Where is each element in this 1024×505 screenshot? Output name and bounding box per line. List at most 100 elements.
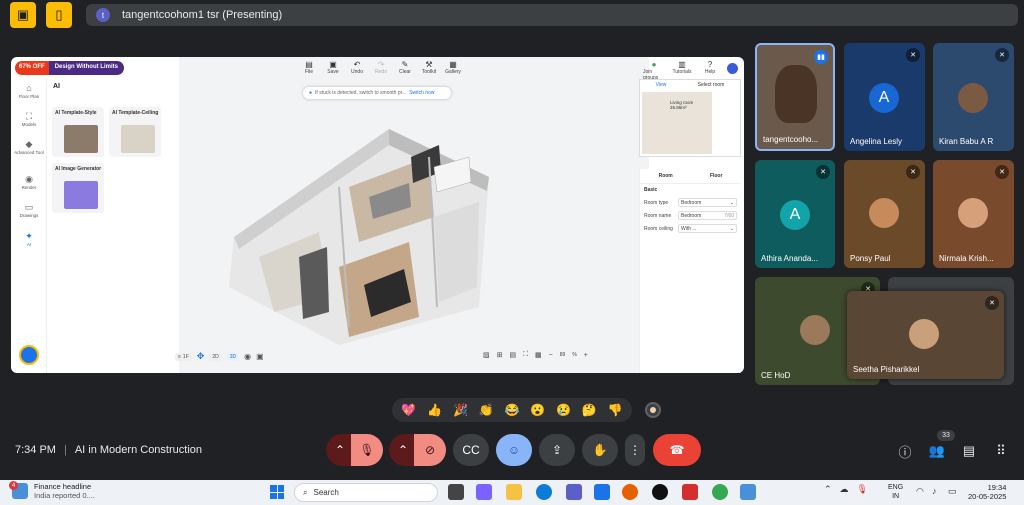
3d-floorplan-canvas[interactable] bbox=[179, 57, 649, 373]
volume-icon[interactable]: ♪ bbox=[932, 486, 937, 496]
cloud-icon[interactable]: ☁ bbox=[840, 484, 849, 495]
rail-render[interactable]: ◉ Render bbox=[13, 174, 45, 190]
assistant-bubble-icon[interactable] bbox=[19, 345, 39, 365]
user-avatar[interactable] bbox=[727, 63, 738, 74]
help-button[interactable]: ? Help bbox=[699, 60, 721, 81]
wifi-icon[interactable]: ◠ bbox=[916, 486, 924, 497]
copilot-icon[interactable] bbox=[476, 484, 492, 500]
participant-tile[interactable]: A ✕ Angelina Lesly bbox=[844, 43, 925, 151]
remote-desktop-icon[interactable] bbox=[740, 484, 756, 500]
chat-icon[interactable]: ▤ bbox=[960, 443, 978, 458]
ai-template-ceiling-card[interactable]: AI Template-Ceiling bbox=[109, 107, 161, 157]
battery-icon[interactable]: ▭ bbox=[948, 486, 957, 497]
chevron-up-icon[interactable]: ⌃ bbox=[824, 484, 832, 495]
tutorials-button[interactable]: ▥ Tutorials bbox=[671, 60, 693, 81]
rail-models[interactable]: ⛶ Models bbox=[13, 111, 45, 127]
firefox-icon[interactable] bbox=[622, 484, 638, 500]
presenting-banner[interactable]: t tangentcoohom1 tsr (Presenting) bbox=[86, 4, 1018, 26]
camera-toggle-button[interactable]: ⊘ bbox=[414, 434, 446, 466]
reaction-thumbs-down[interactable]: 👎 bbox=[608, 403, 623, 417]
toolbar-toolkit[interactable]: ⚒ Toolkit bbox=[421, 60, 437, 75]
raise-hand-button[interactable]: ✋ bbox=[582, 434, 618, 466]
meeting-info-icon[interactable]: ⓘ bbox=[896, 444, 914, 460]
more-options-button[interactable]: ⋮ bbox=[625, 434, 645, 466]
taskbar-search[interactable]: ⌕ Search bbox=[294, 483, 438, 502]
reaction-thumbs-up[interactable]: 👍 bbox=[427, 403, 442, 417]
box-icon[interactable]: ▣ bbox=[256, 352, 264, 361]
video-options-button[interactable]: ⌃ bbox=[389, 434, 417, 466]
participant-tile-floating[interactable]: ✕ Seetha Pisharikkel bbox=[847, 291, 1004, 379]
room-type-select[interactable]: Bedroom ⌄ bbox=[678, 198, 737, 207]
view-2d-button[interactable]: 2D bbox=[209, 352, 222, 361]
present-button[interactable]: ⇪ bbox=[539, 434, 575, 466]
ai-template-style-card[interactable]: AI Template-Style bbox=[52, 107, 104, 157]
toolbar-save[interactable]: ▣ Save bbox=[325, 60, 341, 75]
floor-selector[interactable]: ≡ 1F bbox=[175, 352, 192, 361]
reaction-laugh[interactable]: 😂 bbox=[504, 403, 519, 417]
props-tab-room[interactable]: Room bbox=[659, 173, 673, 179]
zoom-level[interactable]: 89 bbox=[560, 352, 566, 358]
view-3d-button[interactable]: 3D bbox=[226, 352, 240, 361]
toolbar-file[interactable]: ▤ File bbox=[301, 60, 317, 75]
fit-icon[interactable]: ⛶ bbox=[523, 351, 528, 359]
reaction-party[interactable]: 🎉 bbox=[453, 403, 468, 417]
switch-now-link[interactable]: Switch now bbox=[409, 90, 434, 96]
props-tab-floor[interactable]: Floor bbox=[710, 173, 723, 179]
room-ceiling-select[interactable]: With ... ⌄ bbox=[678, 224, 737, 233]
grid-icon[interactable]: ▦ bbox=[535, 351, 542, 359]
office-icon[interactable] bbox=[682, 484, 698, 500]
system-clock[interactable]: 19:34 20-05-2025 bbox=[968, 483, 1006, 501]
windows-start-icon[interactable] bbox=[270, 485, 284, 499]
edge-icon[interactable] bbox=[536, 484, 552, 500]
image-icon[interactable]: ▨ bbox=[483, 351, 490, 359]
teams-icon[interactable] bbox=[566, 484, 582, 500]
minimap-tab-view[interactable]: View bbox=[656, 82, 667, 88]
toolbar-redo[interactable]: ↷ Redo bbox=[373, 60, 389, 75]
dell-icon[interactable] bbox=[652, 484, 668, 500]
promo-banner[interactable]: 67% OFF Design Without Limits bbox=[15, 61, 124, 75]
participant-tile[interactable]: ✕ Kiran Babu A R bbox=[933, 43, 1014, 151]
zoom-in-button[interactable]: + bbox=[584, 352, 588, 359]
rail-ai[interactable]: ✦ AI bbox=[13, 231, 45, 247]
leave-room-icon[interactable]: ▯ bbox=[46, 2, 72, 28]
participant-tile[interactable]: ✕ Ponsy Paul bbox=[844, 160, 925, 268]
participant-tile[interactable]: ▮▮ tangentcooho... bbox=[755, 43, 835, 151]
chrome-icon[interactable] bbox=[712, 484, 728, 500]
rail-advanced-tool[interactable]: ◆ Advanced Tool bbox=[13, 139, 45, 155]
captions-button[interactable]: CC bbox=[453, 434, 489, 466]
rail-floor-plan[interactable]: ⌂ Floor Plan bbox=[13, 83, 45, 99]
toolbar-clear[interactable]: ✎ Clear bbox=[397, 60, 413, 75]
news-widget[interactable]: 4 Finance headline India reported 0.... bbox=[9, 481, 95, 500]
reaction-heart[interactable]: 💖 bbox=[401, 403, 416, 417]
ai-image-generator-card[interactable]: AI Image Generator bbox=[52, 163, 104, 213]
join-groups-button[interactable]: ● Join groups bbox=[643, 60, 665, 81]
props-section-basic[interactable]: Basic bbox=[640, 184, 741, 196]
companion-mode-icon[interactable]: ▣ bbox=[10, 2, 36, 28]
mic-toggle-button[interactable]: 🎙 bbox=[351, 434, 383, 466]
zoom-out-button[interactable]: − bbox=[549, 352, 553, 359]
hand-icon[interactable]: ✥ bbox=[197, 351, 205, 362]
rail-drawings[interactable]: ▭ Drawings bbox=[13, 202, 45, 218]
reaction-sad[interactable]: 😢 bbox=[556, 403, 571, 417]
language-indicator[interactable]: ENG IN bbox=[888, 483, 903, 501]
reaction-surprised[interactable]: 😮 bbox=[530, 403, 545, 417]
room-name-input[interactable]: Bedroom 7/60 bbox=[678, 211, 737, 220]
store-icon[interactable] bbox=[594, 484, 610, 500]
participant-tile[interactable]: A ✕ Athira Ananda... bbox=[755, 160, 835, 268]
file-explorer-icon[interactable] bbox=[506, 484, 522, 500]
toolbar-gallery[interactable]: ▦ Gallery bbox=[445, 60, 461, 75]
minimap[interactable]: View Select room Living room 26.86m² bbox=[639, 79, 741, 157]
people-icon[interactable]: 👥 bbox=[928, 443, 946, 458]
minimap-tab-select-room[interactable]: Select room bbox=[698, 82, 725, 88]
emoji-button[interactable]: ☺ bbox=[496, 434, 532, 466]
microphone-icon[interactable]: 🎙 bbox=[857, 484, 868, 495]
participant-tile[interactable]: ✕ Nirmala Krish... bbox=[933, 160, 1014, 268]
eye-icon[interactable]: ◉ bbox=[244, 352, 251, 361]
audio-options-button[interactable]: ⌃ bbox=[326, 434, 354, 466]
toolbar-undo[interactable]: ↶ Undo bbox=[349, 60, 365, 75]
reaction-thinking[interactable]: 🤔 bbox=[582, 403, 597, 417]
compare-icon[interactable]: ⊞ bbox=[497, 351, 503, 359]
activities-icon[interactable]: ⠿ bbox=[992, 443, 1010, 458]
leave-call-button[interactable]: ☎ bbox=[653, 434, 701, 466]
layout-icon[interactable]: ▤ bbox=[510, 351, 517, 359]
